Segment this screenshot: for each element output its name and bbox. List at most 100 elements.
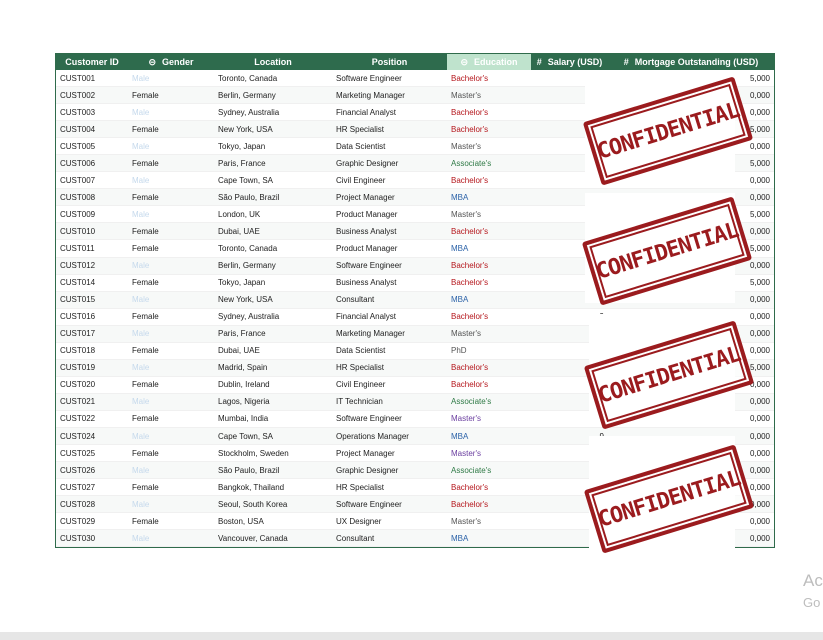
cell-education[interactable]: Bachelor's — [447, 376, 531, 394]
cell-education[interactable]: Bachelor's — [447, 257, 531, 275]
cell-location[interactable]: Bangkok, Thailand — [214, 478, 332, 497]
header-location[interactable]: Location — [214, 54, 332, 70]
cell-gender[interactable]: Female — [128, 308, 214, 326]
cell-gender[interactable]: Male — [128, 359, 214, 377]
cell-location[interactable]: Toronto, Canada — [214, 70, 332, 88]
cell-gender[interactable]: Male — [128, 529, 214, 548]
cell-education[interactable]: Bachelor's — [447, 120, 531, 139]
cell-location[interactable]: Dubai, UAE — [214, 342, 332, 360]
cell-education[interactable]: Bachelor's — [447, 171, 531, 190]
cell-education[interactable]: Bachelor's — [447, 478, 531, 497]
cell-customer-id[interactable]: CUST029 — [56, 512, 128, 531]
cell-gender[interactable]: Female — [128, 478, 214, 497]
cell-position[interactable]: Project Manager — [332, 188, 447, 207]
cell-gender[interactable]: Male — [128, 205, 214, 224]
cell-gender[interactable]: Female — [128, 154, 214, 173]
cell-customer-id[interactable]: CUST026 — [56, 461, 128, 480]
cell-position[interactable]: Business Analyst — [332, 274, 447, 292]
cell-position[interactable]: Consultant — [332, 529, 447, 548]
cell-customer-id[interactable]: CUST008 — [56, 188, 128, 207]
cell-gender[interactable]: Female — [128, 376, 214, 394]
cell-customer-id[interactable]: CUST027 — [56, 478, 128, 497]
cell-gender[interactable]: Male — [128, 393, 214, 411]
cell-education[interactable]: Master's — [447, 410, 531, 428]
cell-position[interactable]: HR Specialist — [332, 120, 447, 139]
cell-location[interactable]: Paris, France — [214, 325, 332, 343]
cell-gender[interactable]: Male — [128, 171, 214, 190]
cell-location[interactable]: Madrid, Spain — [214, 359, 332, 377]
cell-location[interactable]: Sydney, Australia — [214, 308, 332, 326]
header-mortgage[interactable]: # Mortgage Outstanding (USD) — [608, 54, 774, 70]
cell-customer-id[interactable]: CUST002 — [56, 86, 128, 105]
cell-customer-id[interactable]: CUST019 — [56, 359, 128, 377]
cell-customer-id[interactable]: CUST006 — [56, 154, 128, 173]
cell-location[interactable]: Berlin, Germany — [214, 257, 332, 275]
cell-position[interactable]: Project Manager — [332, 444, 447, 463]
cell-customer-id[interactable]: CUST016 — [56, 308, 128, 326]
cell-location[interactable]: New York, USA — [214, 291, 332, 309]
cell-customer-id[interactable]: CUST018 — [56, 342, 128, 360]
cell-education[interactable]: MBA — [447, 427, 531, 446]
cell-customer-id[interactable]: CUST025 — [56, 444, 128, 463]
cell-location[interactable]: Toronto, Canada — [214, 239, 332, 258]
cell-gender[interactable]: Male — [128, 495, 214, 514]
cell-customer-id[interactable]: CUST017 — [56, 325, 128, 343]
cell-gender[interactable]: Male — [128, 427, 214, 446]
cell-customer-id[interactable]: CUST030 — [56, 529, 128, 548]
cell-education[interactable]: Associate's — [447, 154, 531, 173]
cell-position[interactable]: Financial Analyst — [332, 308, 447, 326]
cell-education[interactable]: Master's — [447, 205, 531, 224]
cell-location[interactable]: São Paulo, Brazil — [214, 461, 332, 480]
cell-location[interactable]: Berlin, Germany — [214, 86, 332, 105]
cell-position[interactable]: Graphic Designer — [332, 461, 447, 480]
cell-customer-id[interactable]: CUST007 — [56, 171, 128, 190]
cell-gender[interactable]: Male — [128, 257, 214, 275]
cell-education[interactable]: Bachelor's — [447, 495, 531, 514]
cell-location[interactable]: Tokyo, Japan — [214, 274, 332, 292]
cell-customer-id[interactable]: CUST012 — [56, 257, 128, 275]
cell-location[interactable]: Stockholm, Sweden — [214, 444, 332, 463]
cell-location[interactable]: Seoul, South Korea — [214, 495, 332, 514]
cell-position[interactable]: Marketing Manager — [332, 86, 447, 105]
cell-position[interactable]: Software Engineer — [332, 257, 447, 275]
cell-gender[interactable]: Male — [128, 461, 214, 480]
cell-education[interactable]: Bachelor's — [447, 222, 531, 241]
cell-gender[interactable]: Male — [128, 325, 214, 343]
cell-customer-id[interactable]: CUST014 — [56, 274, 128, 292]
cell-location[interactable]: New York, USA — [214, 120, 332, 139]
cell-customer-id[interactable]: CUST028 — [56, 495, 128, 514]
cell-position[interactable]: Data Scientist — [332, 342, 447, 360]
cell-customer-id[interactable]: CUST003 — [56, 103, 128, 122]
cell-gender[interactable]: Male — [128, 103, 214, 122]
cell-gender[interactable]: Male — [128, 137, 214, 156]
header-position[interactable]: Position — [332, 54, 447, 70]
cell-customer-id[interactable]: CUST001 — [56, 70, 128, 88]
cell-gender[interactable]: Female — [128, 188, 214, 207]
cell-education[interactable]: Master's — [447, 86, 531, 105]
cell-customer-id[interactable]: CUST011 — [56, 239, 128, 258]
cell-customer-id[interactable]: CUST020 — [56, 376, 128, 394]
cell-location[interactable]: São Paulo, Brazil — [214, 188, 332, 207]
cell-education[interactable]: MBA — [447, 188, 531, 207]
cell-customer-id[interactable]: CUST005 — [56, 137, 128, 156]
cell-position[interactable]: Graphic Designer — [332, 154, 447, 173]
cell-gender[interactable]: Female — [128, 410, 214, 428]
cell-location[interactable]: Boston, USA — [214, 512, 332, 531]
cell-education[interactable]: PhD — [447, 342, 531, 360]
cell-gender[interactable]: Female — [128, 86, 214, 105]
cell-location[interactable]: London, UK — [214, 205, 332, 224]
cell-position[interactable]: Operations Manager — [332, 427, 447, 446]
cell-customer-id[interactable]: CUST009 — [56, 205, 128, 224]
cell-location[interactable]: Lagos, Nigeria — [214, 393, 332, 411]
cell-gender[interactable]: Female — [128, 342, 214, 360]
cell-education[interactable]: Master's — [447, 325, 531, 343]
cell-education[interactable]: Bachelor's — [447, 308, 531, 326]
cell-position[interactable]: Data Scientist — [332, 137, 447, 156]
cell-location[interactable]: Mumbai, India — [214, 410, 332, 428]
cell-position[interactable]: Product Manager — [332, 205, 447, 224]
cell-location[interactable]: Cape Town, SA — [214, 171, 332, 190]
cell-location[interactable]: Dubai, UAE — [214, 222, 332, 241]
cell-education[interactable]: Master's — [447, 512, 531, 531]
cell-location[interactable]: Paris, France — [214, 154, 332, 173]
header-salary[interactable]: # Salary (USD) — [531, 54, 608, 70]
